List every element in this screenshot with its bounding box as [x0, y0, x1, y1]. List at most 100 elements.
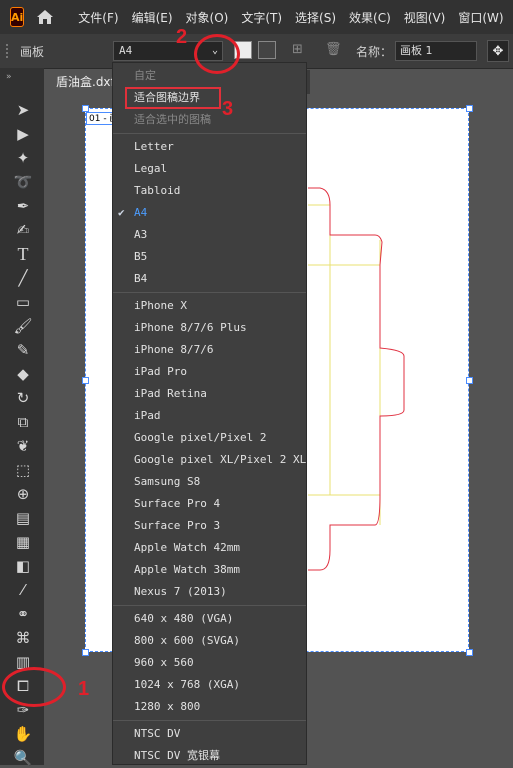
blend-tool-icon[interactable]: ⚭ [12, 604, 34, 624]
dropdown-item[interactable]: 1280 x 800 [113, 696, 306, 718]
annotation-number: 2 [176, 26, 188, 48]
symbol-sprayer-icon[interactable]: ⌘ [12, 628, 34, 648]
direct-selection-tool-icon[interactable]: ▶ [12, 124, 34, 144]
dropdown-item: 适合选中的图稿 [113, 109, 306, 131]
dropdown-item[interactable]: iPhone X [113, 295, 306, 317]
dropdown-item[interactable]: Nexus 7 (2013) [113, 581, 306, 603]
dropdown-item[interactable]: Google pixel XL/Pixel 2 XL [113, 449, 306, 471]
mesh-tool-icon[interactable]: ▦ [12, 532, 34, 552]
dropdown-item[interactable]: iPad Retina [113, 383, 306, 405]
dropdown-item-label: 适合图稿边界 [134, 91, 200, 104]
dropdown-item[interactable]: Apple Watch 38mm [113, 559, 306, 581]
dropdown-item[interactable]: NTSC DV [113, 723, 306, 745]
hand-tool-icon[interactable]: ✋ [12, 724, 34, 744]
dropdown-item[interactable]: Legal [113, 158, 306, 180]
dropdown-item[interactable]: iPhone 8/7/6 [113, 339, 306, 361]
resize-handle[interactable] [466, 377, 473, 384]
new-artboard-icon[interactable]: ⊞ [292, 42, 303, 57]
dropdown-item-label: A3 [134, 228, 148, 241]
resize-handle[interactable] [82, 377, 89, 384]
menu-separator [113, 605, 306, 606]
annotation-number: 3 [222, 98, 234, 120]
menu-item[interactable]: 编辑(E) [132, 9, 173, 26]
dropdown-item[interactable]: 1024 x 768 (XGA) [113, 674, 306, 696]
trash-icon[interactable]: 🗑 [325, 42, 342, 57]
eraser-icon[interactable]: ◆ [12, 364, 34, 384]
dropdown-item[interactable]: B4 [113, 268, 306, 290]
type-tool-icon[interactable]: T [12, 244, 34, 264]
resize-handle[interactable] [466, 649, 473, 656]
paintbrush-icon[interactable]: 🖌 [12, 316, 34, 336]
line-tool-icon[interactable]: ╱ [12, 268, 34, 288]
rotate-tool-icon[interactable]: ↻ [12, 388, 34, 408]
free-transform-icon[interactable]: ⬚ [12, 460, 34, 480]
resize-handle[interactable] [82, 105, 89, 112]
menu-item[interactable]: 效果(C) [349, 9, 391, 26]
dropdown-item-label: Apple Watch 38mm [134, 563, 240, 576]
artboard-name-input[interactable]: 画板 1 [395, 41, 477, 61]
dropdown-item[interactable]: A3 [113, 224, 306, 246]
dropdown-item[interactable]: 800 x 600 (SVGA) [113, 630, 306, 652]
dropdown-item-label: Letter [134, 140, 174, 153]
gradient-tool-icon[interactable]: ◧ [12, 556, 34, 576]
magic-wand-icon[interactable]: ✦ [12, 148, 34, 168]
dropdown-item-label: Legal [134, 162, 168, 175]
rectangle-tool-icon[interactable]: ▭ [12, 292, 34, 312]
dropdown-item[interactable]: Letter [113, 136, 306, 158]
dropdown-item[interactable]: A4 ✔ [113, 202, 306, 224]
dropdown-item[interactable]: Apple Watch 42mm [113, 537, 306, 559]
dropdown-item[interactable]: 640 x 480 (VGA) [113, 608, 306, 630]
resize-handle[interactable] [82, 649, 89, 656]
menu-item[interactable]: 视图(V) [404, 9, 446, 26]
dropdown-item[interactable]: NTSC DV 宽银幕 [113, 745, 306, 764]
grip-icon[interactable] [6, 44, 12, 58]
menu-item[interactable]: 窗口(W) [458, 9, 503, 26]
menu-item[interactable]: 文件(F) [78, 9, 118, 26]
dropdown-item-label: 1024 x 768 (XGA) [134, 678, 240, 691]
dropdown-item-label: 800 x 600 (SVGA) [134, 634, 240, 647]
landscape-icon[interactable] [258, 41, 276, 59]
dieline-artwork [308, 187, 405, 571]
dropdown-item[interactable]: Tabloid [113, 180, 306, 202]
dropdown-item-label: A4 [134, 206, 148, 219]
menu-separator [113, 720, 306, 721]
dropdown-item-label: Google pixel/Pixel 2 [134, 431, 267, 444]
dropdown-item-label: iPad [134, 409, 161, 422]
shape-builder-icon[interactable]: ⊕ [12, 484, 34, 504]
name-label: 名称： [356, 45, 393, 59]
dropdown-item[interactable]: Samsung S8 [113, 471, 306, 493]
home-icon[interactable] [36, 6, 54, 28]
menu-item[interactable]: 文字(T) [241, 9, 282, 26]
dropdown-item-label: iPhone 8/7/6 Plus [134, 321, 247, 334]
warp-tool-icon[interactable]: ❦ [12, 436, 34, 456]
dropdown-item-label: Surface Pro 4 [134, 497, 221, 510]
pen-tool-icon[interactable]: ✒ [12, 196, 34, 216]
perspective-grid-icon[interactable]: ▤ [12, 508, 34, 528]
menu-item[interactable]: 选择(S) [295, 9, 336, 26]
dropdown-item[interactable]: 960 x 560 [113, 652, 306, 674]
dropdown-item[interactable]: Surface Pro 3 [113, 515, 306, 537]
scale-tool-icon[interactable]: ⧉ [12, 412, 34, 432]
resize-handle[interactable] [466, 105, 473, 112]
dropdown-item-label: iPad Pro [134, 365, 187, 378]
zoom-tool-icon[interactable]: 🔍 [12, 748, 34, 768]
dropdown-item[interactable]: iPad [113, 405, 306, 427]
menu-separator [113, 133, 306, 134]
annotation-number: 1 [78, 678, 90, 700]
panel-label: 画板 [20, 45, 45, 59]
eyedropper-icon[interactable]: ⁄ [12, 580, 34, 600]
lasso-icon[interactable]: ➰ [12, 172, 34, 192]
collapse-icon[interactable]: » [6, 72, 12, 82]
dropdown-item[interactable]: Google pixel/Pixel 2 [113, 427, 306, 449]
shaper-tool-icon[interactable]: ✎ [12, 340, 34, 360]
dropdown-item[interactable]: 适合图稿边界 [125, 87, 221, 109]
curvature-tool-icon[interactable]: ✍ [12, 220, 34, 240]
menu-item[interactable]: 对象(O) [186, 9, 229, 26]
dropdown-item[interactable]: Surface Pro 4 [113, 493, 306, 515]
selection-tool-icon[interactable]: ➤ [12, 100, 34, 120]
dropdown-item[interactable]: iPhone 8/7/6 Plus [113, 317, 306, 339]
dropdown-item[interactable]: B5 [113, 246, 306, 268]
move-artwork-icon[interactable]: ✥ [487, 40, 509, 62]
dropdown-item[interactable]: iPad Pro [113, 361, 306, 383]
dropdown-item-label: Apple Watch 42mm [134, 541, 240, 554]
